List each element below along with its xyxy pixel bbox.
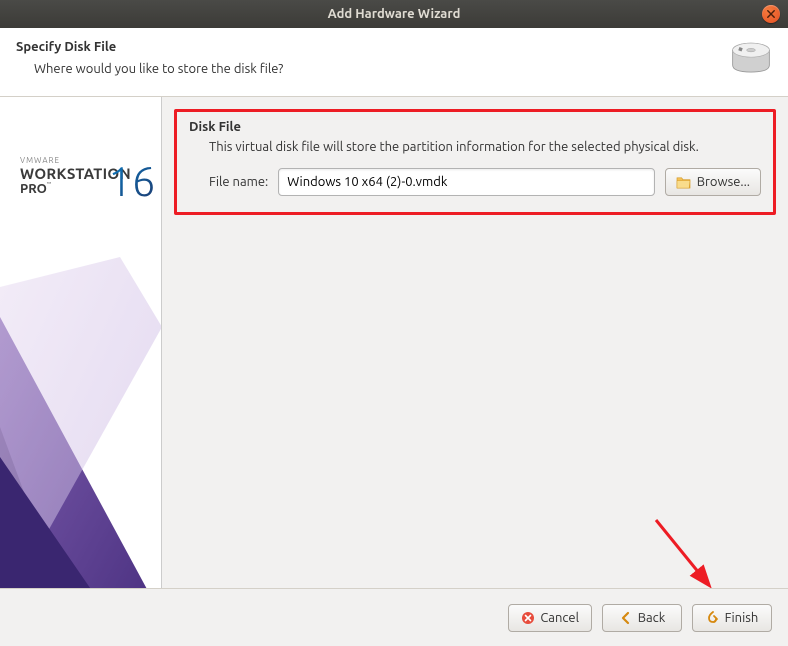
section-description: This virtual disk file will store the pa… (189, 140, 761, 154)
page-subtitle: Where would you like to store the disk f… (16, 62, 720, 76)
close-icon (767, 10, 775, 18)
trademark-icon: ™ (47, 181, 51, 188)
back-icon (619, 611, 633, 625)
browse-button[interactable]: Browse... (665, 168, 761, 196)
wizard-content: Disk File This virtual disk file will st… (162, 97, 788, 617)
wizard-footer: Cancel Back Finish (0, 588, 788, 646)
browse-label: Browse... (697, 175, 750, 189)
brand-pro: PRO (20, 182, 47, 196)
window-close-button[interactable] (762, 5, 780, 23)
folder-icon (676, 176, 691, 189)
page-title: Specify Disk File (16, 40, 720, 54)
finish-icon (706, 611, 720, 625)
cancel-label: Cancel (540, 611, 579, 625)
filename-label: File name: (209, 175, 268, 189)
titlebar: Add Hardware Wizard (0, 0, 788, 28)
window-title: Add Hardware Wizard (328, 7, 461, 21)
finish-label: Finish (725, 611, 759, 625)
wizard-sidebar: VMWARE WORKSTATION PRO™ 16 (0, 97, 162, 617)
finish-button[interactable]: Finish (692, 604, 772, 632)
cancel-button[interactable]: Cancel (508, 604, 592, 632)
sidebar-artwork (0, 257, 162, 617)
filename-input[interactable] (278, 168, 654, 196)
back-label: Back (638, 611, 666, 625)
highlighted-section: Disk File This virtual disk file will st… (174, 109, 776, 215)
back-button[interactable]: Back (602, 604, 682, 632)
section-title: Disk File (189, 120, 761, 134)
wizard-header: Specify Disk File Where would you like t… (0, 28, 788, 97)
brand-version: 16 (108, 157, 155, 204)
disk-icon (730, 40, 772, 76)
cancel-icon (521, 611, 535, 625)
